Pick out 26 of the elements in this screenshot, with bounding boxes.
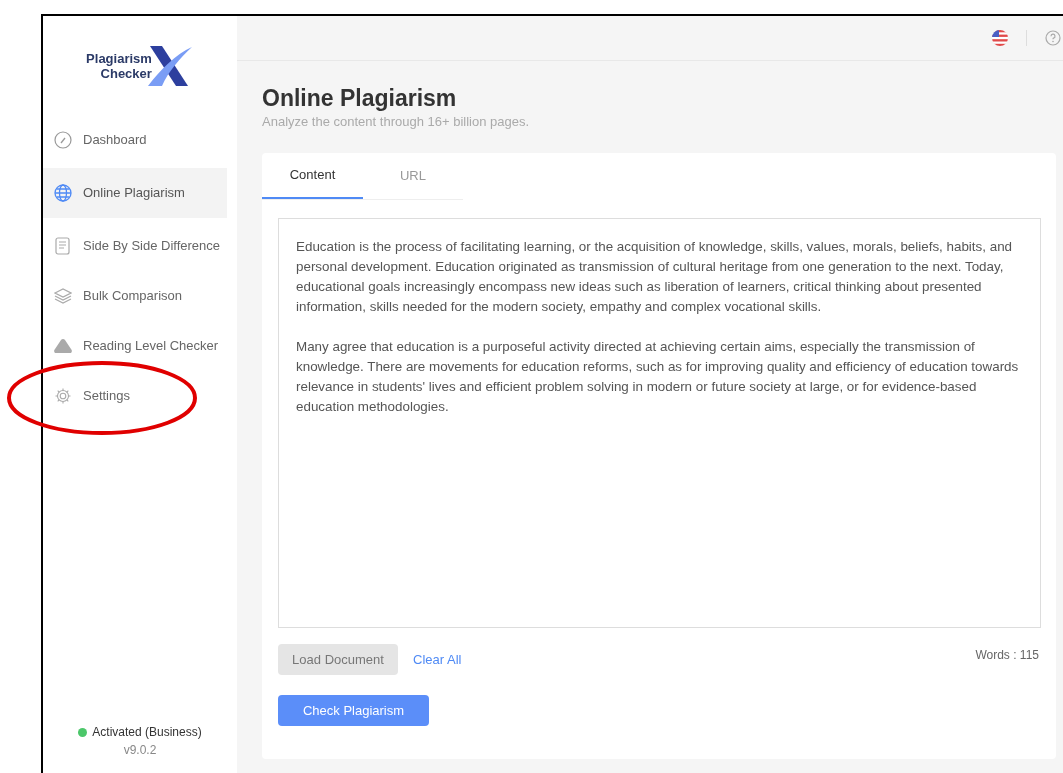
version-label: v9.0.2 [123, 742, 157, 759]
text-paragraph: Education is the process of facilitating learning, or the acquisition of knowledge, skills, values, morals, beliefs, habits, and personal development. Education originated as transmission of cultural heritage from one generation to the next. Today, educational goals increasingly encompass new ideas such as liberation of learners, critical thinking about presented information, skills needed for the modern society, empathy and complex vocational skills. [296, 238, 1014, 316]
logo-text: Checker [100, 66, 152, 81]
word-count: Words : 115 [975, 646, 1039, 664]
check-plagiarism-button[interactable]: Check Plagiarism [278, 695, 429, 726]
clear-all-link[interactable]: Clear All [413, 649, 462, 670]
flag-icon[interactable] [992, 30, 1008, 46]
tab[interactable]: Content [262, 153, 363, 199]
text-paragraph: Many agree that education is a purposeful activity directed at achieving certain aims, especially the transmission of knowledge. There are movements for education reforms, such as for improving quality and efficiency of education towards relevance in students' lives and efficient problem solving in modern or future society at large, or for evidence-based education methodologies. [296, 338, 1020, 416]
sidebar-item[interactable]: Dashboard [43, 118, 227, 162]
sidebar-item[interactable]: Online Plagiarism [43, 168, 227, 218]
settings-icon [54, 387, 72, 405]
layers-icon [54, 288, 72, 304]
activation-status: Activated (Business) [92, 724, 202, 741]
text-area[interactable] [278, 218, 1041, 628]
sidebar-item[interactable]: Settings [43, 374, 227, 418]
globe-icon [54, 184, 72, 202]
sidebar-item[interactable]: Bulk Comparison [43, 274, 227, 318]
sidebar-item[interactable]: Side By Side Difference [43, 224, 227, 268]
document-icon [55, 237, 71, 255]
load-document-button[interactable]: Load Document [278, 644, 398, 675]
sidebar-item[interactable]: Reading Level Checker [43, 324, 227, 368]
page-subtitle: Analyze the content through 16+ billion pages. [262, 113, 531, 131]
logo-text: Plagiarism [86, 51, 152, 66]
page-title: Online Plagiarism [262, 84, 458, 113]
gauge-icon [54, 131, 72, 149]
